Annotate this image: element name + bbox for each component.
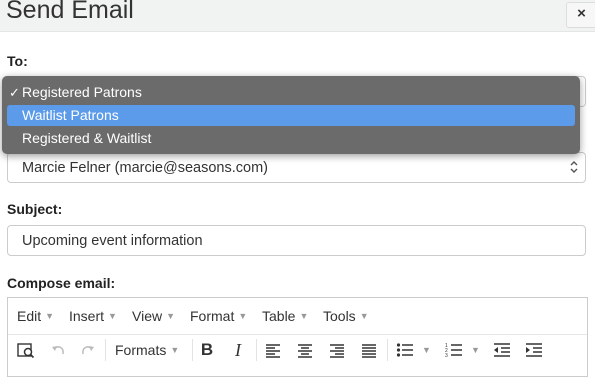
formats-dropdown[interactable]: Formats ▼ — [115, 342, 179, 364]
align-center-icon[interactable] — [297, 339, 313, 361]
indent-icon[interactable] — [525, 339, 543, 361]
menu-edit[interactable]: Edit ▼ — [17, 308, 54, 324]
compose-label: Compose email: — [7, 275, 116, 291]
menu-label: Table — [262, 308, 296, 324]
caret-down-icon: ▼ — [45, 311, 55, 321]
bullet-list-icon[interactable] — [396, 339, 414, 361]
subject-value: Upcoming event information — [22, 233, 203, 249]
option-label: Registered & Waitlist — [22, 130, 152, 146]
dropdown-option-waitlist[interactable]: Waitlist Patrons — [7, 105, 575, 126]
italic-button[interactable]: I — [230, 340, 246, 362]
option-label: Registered Patrons — [22, 84, 142, 100]
svg-text:3: 3 — [445, 353, 448, 359]
check-icon: ✓ — [9, 85, 20, 100]
chevron-updown-icon — [570, 161, 578, 173]
numbered-list-icon[interactable]: 123 — [445, 339, 463, 361]
caret-down-icon: ▼ — [299, 311, 309, 321]
caret-down-icon[interactable]: ▼ — [422, 345, 431, 367]
toolbar-separator — [192, 339, 193, 361]
toolbar-separator — [387, 339, 388, 361]
option-label: Waitlist Patrons — [22, 107, 119, 123]
menu-label: Insert — [69, 308, 105, 324]
menu-insert[interactable]: Insert ▼ — [69, 308, 117, 324]
to-dropdown-menu: ✓ Registered Patrons Waitlist Patrons Re… — [2, 76, 580, 154]
caret-down-icon[interactable]: ▼ — [471, 345, 480, 367]
editor-menubar: Edit ▼ Insert ▼ View ▼ Format ▼ Table ▼ Tools… — [8, 298, 587, 335]
menu-label: Tools — [323, 308, 356, 324]
from-select[interactable]: Marcie Felner (marcie@seasons.com) — [7, 152, 586, 183]
align-left-icon[interactable] — [265, 339, 281, 361]
menu-format[interactable]: Format ▼ — [190, 308, 247, 324]
dialog-header: Send Email × — [0, 0, 595, 32]
align-justify-icon[interactable] — [361, 339, 377, 361]
find-replace-icon[interactable] — [17, 339, 35, 361]
redo-icon[interactable] — [80, 339, 96, 361]
to-label: To: — [7, 53, 28, 69]
toolbar-separator — [105, 339, 106, 361]
close-button[interactable]: × — [566, 2, 595, 28]
from-value: Marcie Felner (marcie@seasons.com) — [22, 160, 268, 176]
editor-toolbar: Formats ▼ B I ▼ 123 ▼ — [8, 335, 587, 365]
menu-table[interactable]: Table ▼ — [262, 308, 308, 324]
menu-label: Format — [190, 308, 235, 324]
caret-down-icon: ▼ — [238, 311, 248, 321]
dropdown-option-registered-and-waitlist[interactable]: Registered & Waitlist — [7, 128, 575, 149]
menu-label: View — [132, 308, 163, 324]
dropdown-option-registered[interactable]: ✓ Registered Patrons — [7, 82, 575, 103]
caret-down-icon: ▼ — [108, 311, 117, 321]
dialog-title: Send Email — [6, 0, 134, 24]
bold-button[interactable]: B — [199, 340, 215, 362]
toolbar-separator — [256, 339, 257, 361]
align-right-icon[interactable] — [329, 339, 345, 361]
menu-tools[interactable]: Tools ▼ — [323, 308, 369, 324]
caret-down-icon: ▼ — [359, 311, 369, 321]
caret-down-icon: ▼ — [166, 311, 176, 321]
formats-label: Formats — [115, 342, 167, 358]
undo-icon[interactable] — [50, 339, 66, 361]
subject-label: Subject: — [7, 201, 63, 217]
menu-view[interactable]: View ▼ — [132, 308, 175, 324]
subject-input[interactable]: Upcoming event information — [7, 225, 586, 256]
email-editor[interactable]: Edit ▼ Insert ▼ View ▼ Format ▼ Table ▼ Tools… — [7, 297, 588, 377]
outdent-icon[interactable] — [493, 339, 511, 361]
menu-label: Edit — [17, 308, 42, 324]
close-icon: × — [577, 5, 586, 22]
caret-down-icon: ▼ — [170, 345, 180, 355]
